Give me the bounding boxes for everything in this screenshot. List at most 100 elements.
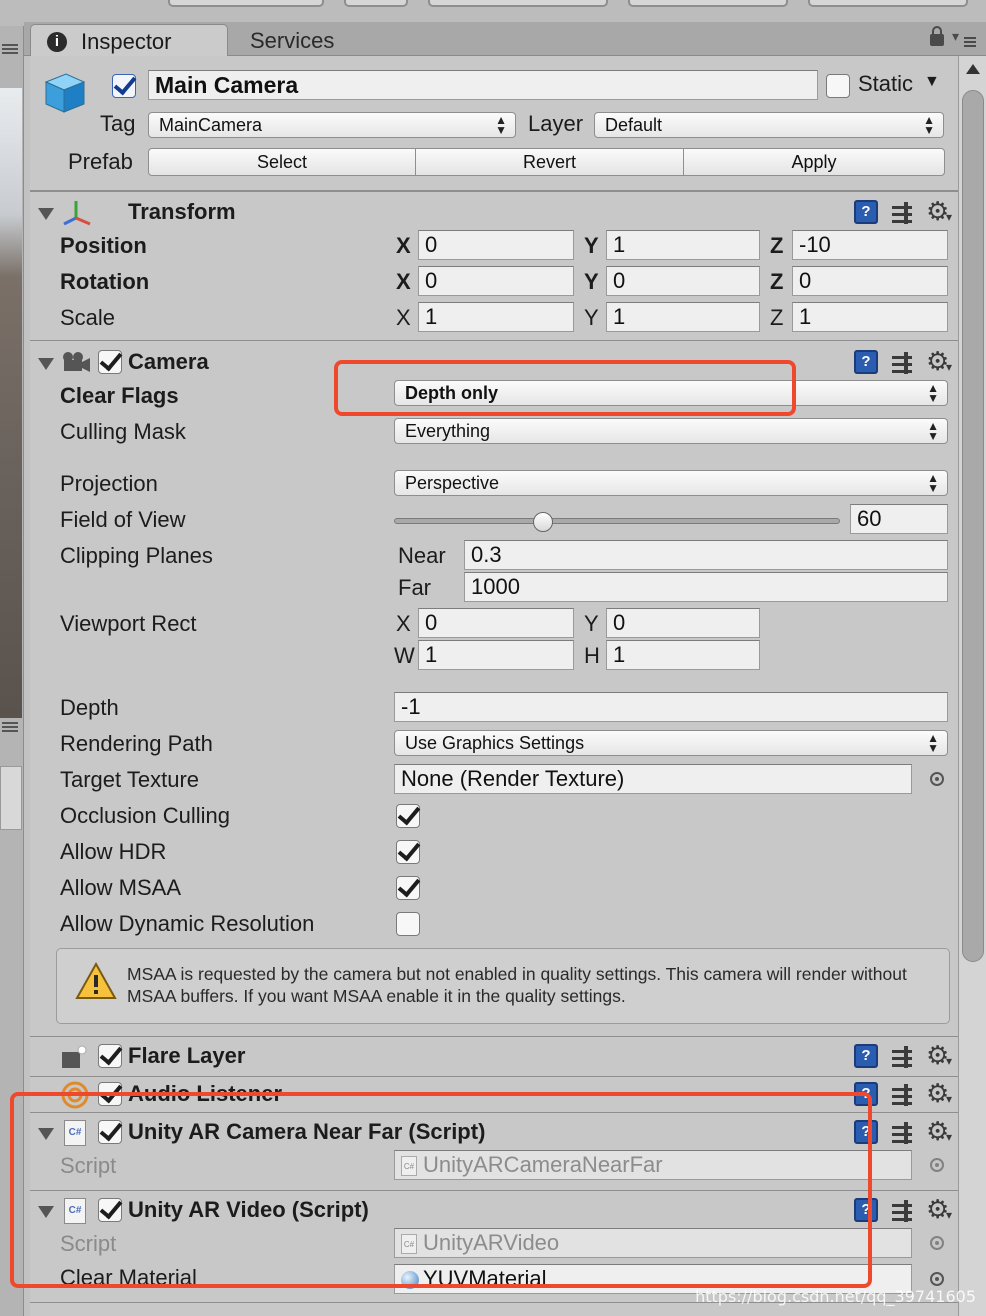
help-icon[interactable]: ? xyxy=(854,1198,878,1222)
position-y-field[interactable]: 1 xyxy=(606,230,760,260)
toolbar-button-stub[interactable] xyxy=(628,0,788,7)
material-sphere-icon xyxy=(401,1271,419,1290)
axis-x-label[interactable]: X xyxy=(396,232,411,260)
panel-menu-icon[interactable] xyxy=(2,722,18,724)
layer-dropdown[interactable]: Default ▲ ▼ xyxy=(594,112,944,138)
position-x-field[interactable]: 0 xyxy=(418,230,574,260)
axis-y-label[interactable]: Y xyxy=(584,268,599,296)
audio-listener-checkbox[interactable] xyxy=(98,1082,122,1106)
video-foldout-icon[interactable] xyxy=(38,1206,54,1218)
toolbar-button-stub[interactable] xyxy=(428,0,608,7)
rotation-y-field[interactable]: 0 xyxy=(606,266,760,296)
presets-icon[interactable] xyxy=(892,352,914,374)
help-icon[interactable]: ? xyxy=(854,200,878,224)
gear-icon[interactable]: ⚙ xyxy=(926,1196,952,1228)
presets-icon[interactable] xyxy=(892,1122,914,1144)
viewport-x-label[interactable]: X xyxy=(396,610,411,638)
scale-x-field[interactable]: 1 xyxy=(418,302,574,332)
tab-services[interactable]: Services xyxy=(230,24,380,57)
lock-icon[interactable] xyxy=(930,26,944,46)
target-texture-field[interactable]: None (Render Texture) xyxy=(394,764,912,794)
tag-dropdown[interactable]: MainCamera ▲ ▼ xyxy=(148,112,516,138)
object-picker-icon[interactable] xyxy=(930,772,944,786)
flare-layer-checkbox[interactable] xyxy=(98,1044,122,1068)
far-field[interactable]: 1000 xyxy=(464,572,948,602)
tab-inspector[interactable]: i Inspector xyxy=(30,24,228,57)
viewport-y-field[interactable]: 0 xyxy=(606,608,760,638)
scroll-thumb[interactable] xyxy=(962,90,984,962)
object-picker-icon[interactable] xyxy=(930,1272,944,1286)
axis-x-label[interactable]: X xyxy=(396,268,411,296)
scroll-up-icon[interactable] xyxy=(966,64,980,74)
viewport-w-field[interactable]: 1 xyxy=(418,640,574,670)
clear-flags-dropdown[interactable]: Depth only ▲ ▼ xyxy=(394,380,948,406)
presets-icon[interactable] xyxy=(892,202,914,224)
culling-mask-dropdown[interactable]: Everything ▲ ▼ xyxy=(394,418,948,444)
toolbar-button-stub[interactable] xyxy=(168,0,324,7)
depth-field[interactable]: -1 xyxy=(394,692,948,722)
gear-icon[interactable]: ⚙ xyxy=(926,1042,952,1074)
panel-menu-icon[interactable] xyxy=(2,44,18,46)
prefab-select-button[interactable]: Select xyxy=(148,148,416,176)
fov-field[interactable]: 60 xyxy=(850,504,948,534)
axis-z-label[interactable]: Z xyxy=(770,304,783,332)
gameobject-name-field[interactable]: Main Camera xyxy=(148,70,818,100)
axis-z-label[interactable]: Z xyxy=(770,232,783,260)
axis-y-label[interactable]: Y xyxy=(584,232,599,260)
toolbar-button-stub[interactable] xyxy=(808,0,968,7)
gameobject-active-checkbox[interactable] xyxy=(112,74,136,98)
scale-z-field[interactable]: 1 xyxy=(792,302,948,332)
occlusion-culling-checkbox[interactable] xyxy=(396,804,420,828)
viewport-h-field[interactable]: 1 xyxy=(606,640,760,670)
near-far-checkbox[interactable] xyxy=(98,1120,122,1144)
rotation-z-field[interactable]: 0 xyxy=(792,266,948,296)
near-far-title: Unity AR Camera Near Far (Script) xyxy=(128,1119,486,1144)
near-field[interactable]: 0.3 xyxy=(464,540,948,570)
fov-slider-thumb[interactable] xyxy=(533,512,554,532)
presets-icon[interactable] xyxy=(892,1046,914,1068)
transform-foldout-icon[interactable] xyxy=(38,208,54,220)
viewport-w-label[interactable]: W xyxy=(394,642,415,670)
help-icon[interactable]: ? xyxy=(854,1044,878,1068)
help-icon[interactable]: ? xyxy=(854,350,878,374)
gear-icon[interactable]: ⚙ xyxy=(926,1118,952,1150)
static-checkbox[interactable] xyxy=(826,74,850,98)
axis-z-label[interactable]: Z xyxy=(770,268,783,296)
presets-icon[interactable] xyxy=(892,1084,914,1106)
projection-dropdown[interactable]: Perspective ▲ ▼ xyxy=(394,470,948,496)
position-z-field[interactable]: -10 xyxy=(792,230,948,260)
help-icon[interactable]: ? xyxy=(854,1120,878,1144)
prefab-apply-button[interactable]: Apply xyxy=(683,148,945,176)
viewport-y-label[interactable]: Y xyxy=(584,610,599,638)
toolbar-button-stub[interactable] xyxy=(344,0,408,7)
allow-msaa-checkbox[interactable] xyxy=(396,876,420,900)
fov-slider-track[interactable] xyxy=(394,518,840,524)
info-icon: i xyxy=(47,32,67,52)
gameobject-cube-icon xyxy=(44,73,86,113)
prefab-revert-button[interactable]: Revert xyxy=(415,148,684,176)
viewport-x-field[interactable]: 0 xyxy=(418,608,574,638)
gear-icon[interactable]: ⚙ xyxy=(926,348,952,380)
presets-icon[interactable] xyxy=(892,1200,914,1222)
tag-label: Tag xyxy=(100,111,136,136)
rendering-path-dropdown[interactable]: Use Graphics Settings ▲ ▼ xyxy=(394,730,948,756)
help-icon[interactable]: ? xyxy=(854,1082,878,1106)
viewport-h-label[interactable]: H xyxy=(584,642,600,670)
camera-enabled-checkbox[interactable] xyxy=(98,350,122,374)
near-far-script-label: Script xyxy=(60,1153,117,1178)
axis-y-label[interactable]: Y xyxy=(584,304,599,332)
scale-y-field[interactable]: 1 xyxy=(606,302,760,332)
axis-x-label[interactable]: X xyxy=(396,304,411,332)
allow-dynamic-resolution-checkbox[interactable] xyxy=(396,912,420,936)
static-dropdown-icon[interactable]: ▼ xyxy=(924,68,940,96)
near-far-foldout-icon[interactable] xyxy=(38,1128,54,1140)
gear-icon[interactable]: ⚙ xyxy=(926,198,952,230)
gear-icon[interactable]: ⚙ xyxy=(926,1080,952,1112)
camera-foldout-icon[interactable] xyxy=(38,358,54,370)
video-checkbox[interactable] xyxy=(98,1198,122,1222)
allow-hdr-checkbox[interactable] xyxy=(396,840,420,864)
scene-view-edge xyxy=(0,88,22,718)
tab-menu-icon[interactable] xyxy=(952,28,976,46)
rotation-x-field[interactable]: 0 xyxy=(418,266,574,296)
inspector-scrollbar[interactable] xyxy=(958,56,986,1316)
